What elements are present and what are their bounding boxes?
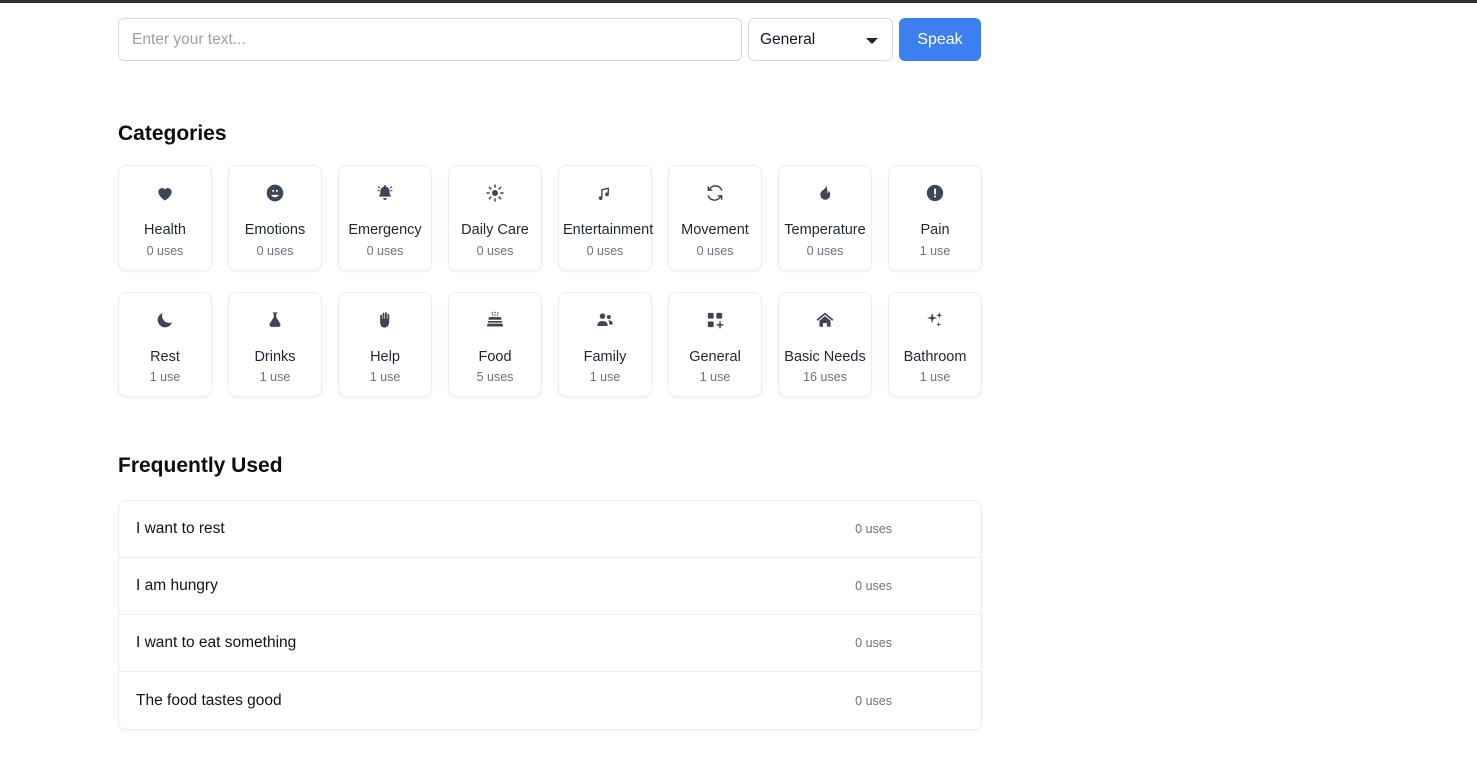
category-uses: 1 use [259, 370, 291, 385]
phrase-text: I am hungry [136, 577, 218, 595]
category-label: Basic Needs [784, 348, 866, 365]
category-card-family[interactable]: Family 1 use [558, 291, 652, 398]
grid-plus-icon [673, 310, 757, 332]
category-uses: 1 use [149, 370, 181, 385]
frequently-used-heading: Frequently Used [118, 454, 283, 478]
category-card-basic-needs[interactable]: Basic Needs 16 uses [778, 291, 872, 398]
home-icon [783, 310, 867, 332]
category-select[interactable]: General [748, 18, 893, 61]
category-uses: 0 uses [586, 243, 624, 258]
list-item[interactable]: I want to rest 0 uses [119, 501, 981, 559]
text-input[interactable] [118, 18, 742, 61]
category-label: Food [478, 348, 512, 365]
categories-heading: Categories [118, 122, 227, 145]
category-card-pain[interactable]: Pain 1 use [888, 165, 982, 271]
category-uses: 0 uses [146, 243, 184, 258]
hand-icon [343, 310, 427, 332]
category-label: Entertainment [563, 222, 654, 238]
list-item[interactable]: I am hungry 0 uses [119, 558, 981, 616]
category-card-help[interactable]: Help 1 use [338, 291, 432, 398]
category-label: Temperature [784, 222, 866, 238]
category-label: Drinks [254, 348, 296, 365]
category-label: Emergency [348, 222, 422, 238]
category-card-food[interactable]: Food 5 uses [448, 291, 542, 398]
phrase-text: I want to eat something [136, 634, 297, 652]
sun-icon [453, 183, 537, 205]
phrase-text: The food tastes good [136, 691, 282, 709]
category-label: Emotions [244, 222, 306, 238]
bell-icon [343, 183, 427, 205]
refresh-icon [673, 183, 757, 205]
category-card-rest[interactable]: Rest 1 use [118, 291, 212, 398]
category-grid-row-1: Health 0 uses Emotions 0 uses Emergency … [118, 165, 998, 271]
category-uses: 1 use [369, 370, 401, 385]
category-uses: 0 uses [806, 243, 844, 258]
category-label: Family [583, 348, 627, 365]
heart-icon [123, 183, 207, 205]
category-card-temperature[interactable]: Temperature 0 uses [778, 165, 872, 271]
category-label: General [689, 348, 741, 365]
category-uses: 0 uses [696, 243, 734, 258]
category-uses: 0 uses [366, 243, 404, 258]
category-uses: 5 uses [476, 370, 514, 385]
phrase-uses: 0 uses [855, 522, 892, 537]
phrase-text: I want to rest [136, 520, 225, 538]
category-uses: 16 uses [803, 370, 847, 385]
category-uses: 1 use [589, 370, 621, 385]
category-card-drinks[interactable]: Drinks 1 use [228, 291, 322, 398]
speak-button[interactable]: Speak [899, 18, 981, 61]
category-card-emotions[interactable]: Emotions 0 uses [228, 165, 322, 271]
category-label: Health [144, 222, 186, 238]
moon-icon [123, 310, 207, 332]
frequently-used-list: I want to rest 0 uses I am hungry 0 uses… [118, 500, 982, 731]
flame-icon [783, 183, 867, 205]
music-note-icon [563, 183, 647, 205]
speech-composer: General Speak [118, 18, 982, 61]
category-card-general[interactable]: General 1 use [668, 291, 762, 398]
people-icon [563, 310, 647, 332]
category-label: Pain [920, 222, 950, 238]
category-label: Movement [681, 222, 749, 238]
category-uses: 0 uses [476, 243, 514, 258]
phrase-uses: 0 uses [855, 693, 892, 708]
cake-icon [453, 310, 537, 332]
category-uses: 1 use [919, 370, 951, 385]
smiley-icon [233, 183, 317, 205]
phrase-uses: 0 uses [855, 579, 892, 594]
page-content: General Speak Categories Health 0 uses E… [0, 3, 1477, 731]
phrase-uses: 0 uses [855, 636, 892, 651]
category-uses: 0 uses [256, 243, 294, 258]
category-label: Rest [150, 348, 180, 365]
category-uses: 1 use [699, 370, 731, 385]
category-card-movement[interactable]: Movement 0 uses [668, 165, 762, 271]
list-item[interactable]: The food tastes good 0 uses [119, 672, 981, 729]
category-label: Daily Care [461, 222, 529, 238]
category-uses: 1 use [919, 243, 951, 258]
category-card-bathroom[interactable]: Bathroom 1 use [888, 291, 982, 398]
flask-icon [233, 310, 317, 332]
category-card-emergency[interactable]: Emergency 0 uses [338, 165, 432, 271]
category-card-daily-care[interactable]: Daily Care 0 uses [448, 165, 542, 271]
list-item[interactable]: I want to eat something 0 uses [119, 615, 981, 673]
category-label: Help [370, 348, 400, 365]
category-label: Bathroom [903, 348, 967, 365]
sparkles-icon [893, 310, 977, 332]
category-grid-row-2: Rest 1 use Drinks 1 use Help 1 use Food … [118, 291, 998, 398]
category-card-entertainment[interactable]: Entertainment 0 uses [558, 165, 654, 271]
category-card-health[interactable]: Health 0 uses [118, 165, 212, 271]
exclamation-circle-icon [893, 183, 977, 205]
